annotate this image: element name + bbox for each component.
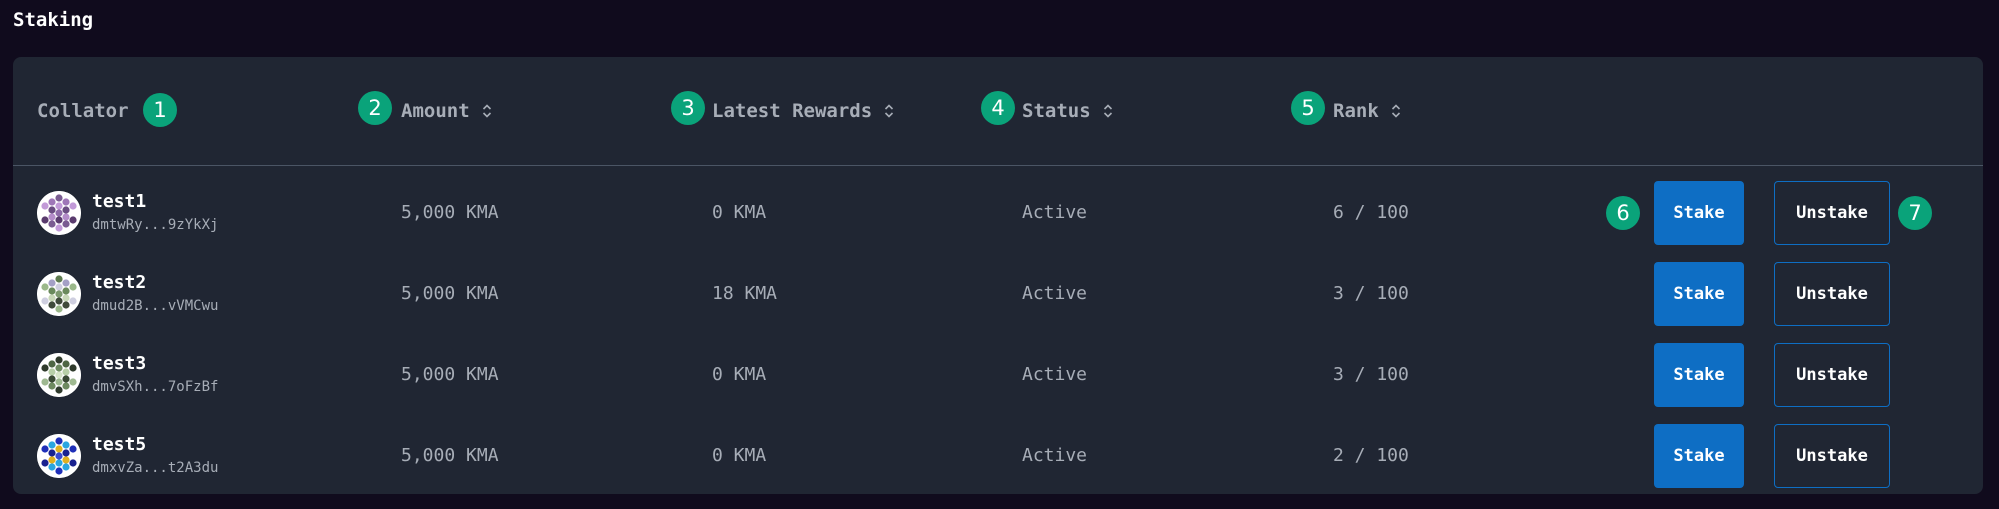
latest-rewards-cell: 0 KMA [712,445,767,466]
amount-cell: 5,000 KMA [401,445,499,466]
table-header: Collator Amount Latest Rewards Status Ra… [13,57,1983,166]
amount-cell: 5,000 KMA [401,202,499,223]
annotation-badge-5: 5 [1291,91,1325,125]
identicon-avatar [37,272,81,316]
column-header-label: Amount [401,100,470,122]
collator-address: dmvSXh...7oFzBf [92,379,219,395]
annotation-badge-3: 3 [671,91,705,125]
stake-button[interactable]: Stake [1654,343,1744,407]
rank-cell: 2 / 100 [1333,445,1409,466]
collator-name: test1 [92,191,147,212]
stake-button[interactable]: Stake [1654,424,1744,488]
collator-name: test5 [92,434,147,455]
collator-address: dmxvZa...t2A3du [92,460,219,476]
sort-icon[interactable] [482,103,492,119]
page-title: Staking [13,9,94,31]
annotation-badge-4: 4 [981,91,1015,125]
collator-address: dmtwRy...9zYkXj [92,217,219,233]
annotation-badge-6: 6 [1606,196,1640,230]
collator-address: dmud2B...vVMCwu [92,298,219,314]
collator-name: test2 [92,272,147,293]
identicon-avatar [37,434,81,478]
unstake-button[interactable]: Unstake [1774,424,1890,488]
table-row: test2 dmud2B...vVMCwu 5,000 KMA 18 KMA A… [13,254,1983,334]
unstake-button[interactable]: Unstake [1774,343,1890,407]
status-cell: Active [1022,364,1088,385]
unstake-button[interactable]: Unstake [1774,181,1890,245]
rank-cell: 6 / 100 [1333,202,1409,223]
annotation-badge-2: 2 [358,91,392,125]
table-row: test1 dmtwRy...9zYkXj 5,000 KMA 0 KMA Ac… [13,173,1983,253]
column-header-latest-rewards[interactable]: Latest Rewards [712,99,894,123]
identicon-avatar [37,353,81,397]
latest-rewards-cell: 0 KMA [712,364,767,385]
stake-button[interactable]: Stake [1654,262,1744,326]
rank-cell: 3 / 100 [1333,364,1409,385]
sort-icon[interactable] [1391,103,1401,119]
latest-rewards-cell: 0 KMA [712,202,767,223]
amount-cell: 5,000 KMA [401,364,499,385]
staking-table: Collator Amount Latest Rewards Status Ra… [13,57,1983,494]
status-cell: Active [1022,202,1088,223]
collator-name: test3 [92,353,147,374]
sort-icon[interactable] [884,103,894,119]
annotation-badge-7: 7 [1898,196,1932,230]
column-header-amount[interactable]: Amount [401,99,492,123]
stake-button[interactable]: Stake [1654,181,1744,245]
status-cell: Active [1022,283,1088,304]
status-cell: Active [1022,445,1088,466]
sort-icon[interactable] [1103,103,1113,119]
table-row: test3 dmvSXh...7oFzBf 5,000 KMA 0 KMA Ac… [13,335,1983,415]
table-row: test5 dmxvZa...t2A3du 5,000 KMA 0 KMA Ac… [13,416,1983,496]
column-header-label: Status [1022,100,1091,122]
latest-rewards-cell: 18 KMA [712,283,778,304]
column-header-label: Latest Rewards [712,100,873,122]
column-header-label: Collator [37,100,129,122]
identicon-avatar [37,191,81,235]
amount-cell: 5,000 KMA [401,283,499,304]
rank-cell: 3 / 100 [1333,283,1409,304]
column-header-collator: Collator [37,99,129,123]
annotation-badge-1: 1 [143,93,177,127]
column-header-status[interactable]: Status [1022,99,1113,123]
unstake-button[interactable]: Unstake [1774,262,1890,326]
column-header-rank[interactable]: Rank [1333,99,1401,123]
column-header-label: Rank [1333,100,1379,122]
